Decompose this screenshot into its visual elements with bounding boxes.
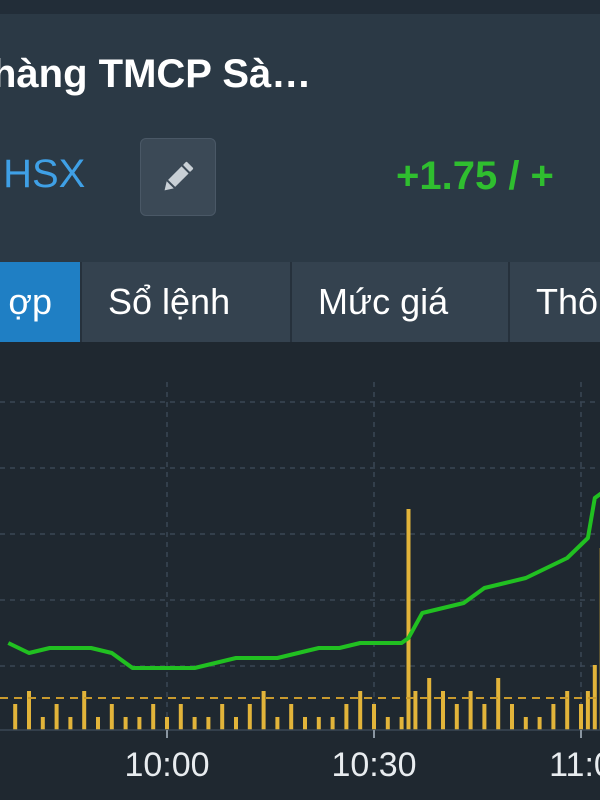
- price-change: +1.75 / +: [396, 154, 554, 198]
- x-axis-ticks: 10:00 10:30 11:0: [0, 729, 600, 784]
- volume-bar: [27, 691, 31, 730]
- tab-price-level[interactable]: Mức giá: [292, 262, 510, 342]
- x-tick-label: 11:0: [549, 746, 600, 784]
- volume-bar: [54, 704, 59, 730]
- tab-label: Mức giá: [318, 281, 449, 322]
- volume-bar: [220, 704, 225, 730]
- volume-bar: [468, 691, 473, 730]
- volume-bar: [399, 717, 404, 730]
- volume-bar: [496, 678, 501, 730]
- volume-bar: [510, 704, 514, 730]
- pencil-icon: [164, 161, 194, 191]
- volume-bar: [358, 691, 363, 730]
- x-tick-label: 10:30: [331, 746, 416, 784]
- volume-bar: [151, 704, 156, 730]
- volume-bar: [123, 717, 128, 730]
- volume-bar: [68, 717, 73, 730]
- volume-bar: [482, 704, 487, 730]
- volume-bar: [13, 704, 18, 730]
- volume-bar: [289, 704, 294, 730]
- volume-bar: [82, 691, 87, 730]
- volume-bar: [579, 704, 583, 730]
- volume-bar: [565, 691, 570, 730]
- volume-bar: [406, 509, 411, 730]
- tab-order-book[interactable]: Sổ lệnh: [82, 262, 292, 342]
- volume-bar: [206, 717, 211, 730]
- volume-bar: [165, 717, 169, 730]
- volume-bar: [551, 704, 556, 730]
- chart-canvas: 10:00 10:30 11:0: [0, 382, 600, 784]
- exchange-label: :HSX: [0, 152, 86, 196]
- volume-bar: [178, 704, 183, 730]
- volume-bar: [585, 691, 590, 730]
- volume-bar: [344, 704, 349, 730]
- tab-label: ợp: [8, 281, 52, 322]
- chart-grid: [0, 382, 600, 730]
- volume-bar: [192, 717, 197, 730]
- volume-bar: [261, 691, 266, 730]
- tab-label: Sổ lệnh: [108, 281, 231, 322]
- volume-bar: [537, 717, 542, 730]
- volume-bar: [109, 704, 114, 730]
- volume-bar: [523, 717, 528, 730]
- volume-bar: [372, 704, 376, 730]
- edit-button[interactable]: [140, 138, 216, 216]
- stock-title: hàng TMCP Sà…: [0, 52, 312, 96]
- volume-bar: [40, 717, 45, 730]
- tab-bar: ợp Sổ lệnh Mức giá Thô: [0, 262, 600, 342]
- volume-bar: [234, 717, 238, 730]
- volume-bar: [96, 717, 100, 730]
- volume-bar: [316, 717, 321, 730]
- volume-bars: [13, 509, 600, 730]
- volume-bar: [247, 704, 252, 730]
- x-tick-label: 10:00: [124, 746, 209, 784]
- volume-bar: [303, 717, 307, 730]
- volume-bar: [385, 717, 390, 730]
- volume-bar: [330, 717, 335, 730]
- intraday-chart[interactable]: 10:00 10:30 11:0: [0, 342, 600, 800]
- price-line: [7, 491, 600, 670]
- tab-matched[interactable]: ợp: [0, 262, 82, 342]
- top-strip: [0, 0, 600, 14]
- volume-bar: [275, 717, 280, 730]
- tab-label: Thô: [536, 281, 599, 322]
- volume-bar: [454, 704, 459, 730]
- volume-bar: [441, 691, 445, 730]
- volume-bar: [427, 678, 432, 730]
- tab-info[interactable]: Thô: [510, 262, 600, 342]
- volume-bar: [137, 717, 142, 730]
- volume-bar: [413, 691, 418, 730]
